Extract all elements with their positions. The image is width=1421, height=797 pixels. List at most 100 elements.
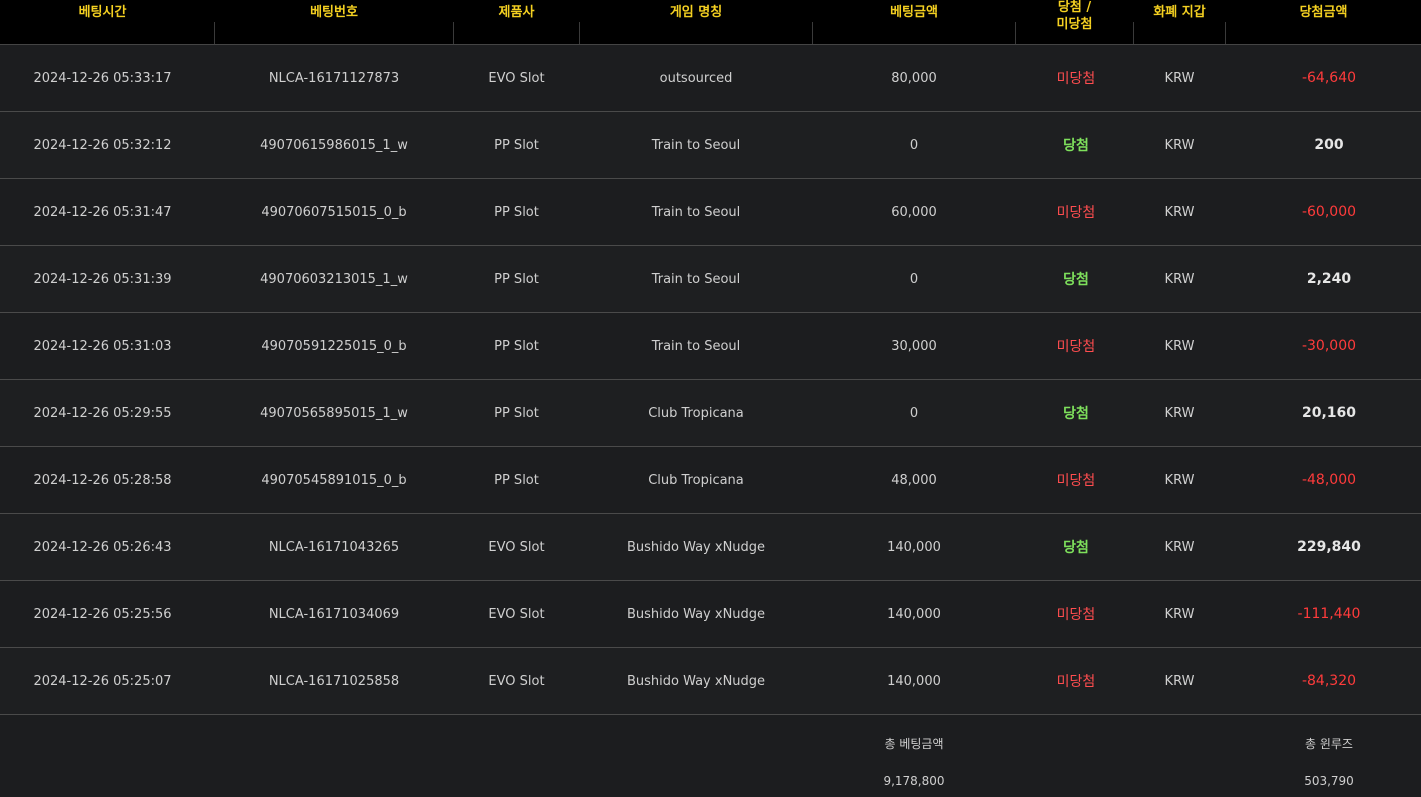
cell-win-amount: -84,320 <box>1301 673 1357 689</box>
cell-bet-amount: 0 <box>909 405 919 421</box>
cell-provider: PP Slot <box>494 271 539 287</box>
cell-currency: KRW <box>1164 70 1195 86</box>
cell-result: 미당첨 <box>1056 71 1096 87</box>
table-row[interactable]: 2024-12-26 05:25:07 NLCA-16171025858 EVO S… <box>0 648 1421 715</box>
cell-win-amount: 229,840 <box>1297 539 1361 555</box>
cell-result: 미당첨 <box>1056 674 1096 690</box>
cell-bet-amount: 140,000 <box>887 539 941 555</box>
cell-result: 미당첨 <box>1056 607 1096 623</box>
table-row[interactable]: 2024-12-26 05:33:17 NLCA-16171127873 EVO S… <box>0 45 1421 112</box>
cell-game-name: Train to Seoul <box>651 271 741 287</box>
cell-game-name: Train to Seoul <box>651 137 741 153</box>
table-row[interactable]: 2024-12-26 05:28:58 49070545891015_0_b PP … <box>0 447 1421 514</box>
table-row[interactable]: 2024-12-26 05:31:03 49070591225015_0_b PP … <box>0 313 1421 380</box>
total-bet-value: 9,178,800 <box>883 774 945 788</box>
cell-currency: KRW <box>1164 405 1195 421</box>
col-header-currency[interactable]: 화폐 지갑 <box>1134 0 1225 44</box>
cell-bet-amount: 30,000 <box>891 338 937 354</box>
cell-result: 당첨 <box>1063 272 1089 288</box>
cell-provider: PP Slot <box>494 472 539 488</box>
total-bet-label: 총 베팅금액 <box>884 737 944 751</box>
cell-win-amount: 200 <box>1314 137 1344 153</box>
cell-win-amount: 2,240 <box>1306 271 1352 287</box>
cell-currency: KRW <box>1164 472 1195 488</box>
cell-result: 미당첨 <box>1056 339 1096 355</box>
cell-bet-time: 2024-12-26 05:31:03 <box>33 338 172 354</box>
cell-provider: EVO Slot <box>488 673 545 689</box>
col-header-result-line2: 미당첨 <box>1056 17 1093 32</box>
cell-result: 당첨 <box>1063 540 1089 556</box>
cell-bet-id: 49070615986015_1_w <box>260 137 408 153</box>
table-footer-totals: 총 베팅금액 9,178,800 총 윈루즈 503,790 <box>0 715 1421 797</box>
cell-provider: EVO Slot <box>488 70 545 86</box>
cell-result: 당첨 <box>1063 138 1089 154</box>
cell-bet-id: 49070565895015_1_w <box>260 405 408 421</box>
cell-bet-amount: 0 <box>909 271 919 287</box>
cell-currency: KRW <box>1164 137 1195 153</box>
total-winloss-label: 총 윈루즈 <box>1305 737 1353 751</box>
table-row[interactable]: 2024-12-26 05:25:56 NLCA-16171034069 EVO S… <box>0 581 1421 648</box>
cell-bet-amount: 80,000 <box>891 70 937 86</box>
col-header-bet-time[interactable]: 베팅시간 <box>0 0 205 44</box>
col-header-result-line1: 당첨 / <box>1057 0 1092 15</box>
table-row[interactable]: 2024-12-26 05:26:43 NLCA-16171043265 EVO S… <box>0 514 1421 581</box>
cell-bet-id: 49070607515015_0_b <box>261 204 407 220</box>
col-header-result[interactable]: 당첨 / 미당첨 <box>1016 0 1133 38</box>
header-divider <box>1225 22 1226 44</box>
table-header: 베팅시간 베팅번호 제품사 게임 명칭 베팅금액 당첨 / 미당첨 화폐 지갑 … <box>0 0 1421 45</box>
col-header-provider[interactable]: 제품사 <box>454 0 579 44</box>
cell-bet-id: NLCA-16171025858 <box>268 673 400 689</box>
cell-currency: KRW <box>1164 673 1195 689</box>
col-header-bet-id[interactable]: 베팅번호 <box>215 0 453 44</box>
cell-bet-amount: 140,000 <box>887 606 941 622</box>
cell-result: 당첨 <box>1063 406 1089 422</box>
cell-bet-time: 2024-12-26 05:29:55 <box>33 405 172 421</box>
cell-bet-amount: 140,000 <box>887 673 941 689</box>
cell-result: 미당첨 <box>1056 205 1096 221</box>
cell-bet-time: 2024-12-26 05:31:47 <box>33 204 172 220</box>
cell-bet-amount: 0 <box>909 137 919 153</box>
col-header-win-amount[interactable]: 당첨금액 <box>1226 0 1421 44</box>
cell-game-name: Train to Seoul <box>651 338 741 354</box>
cell-game-name: Bushido Way xNudge <box>626 606 766 622</box>
header-divider <box>214 22 215 44</box>
cell-game-name: Club Tropicana <box>648 405 744 421</box>
cell-currency: KRW <box>1164 539 1195 555</box>
cell-bet-time: 2024-12-26 05:28:58 <box>33 472 172 488</box>
cell-provider: PP Slot <box>494 137 539 153</box>
cell-bet-id: 49070603213015_1_w <box>260 271 408 287</box>
header-divider <box>812 22 813 44</box>
header-divider <box>1133 22 1134 44</box>
cell-currency: KRW <box>1164 338 1195 354</box>
cell-bet-id: NLCA-16171034069 <box>268 606 400 622</box>
cell-game-name: Bushido Way xNudge <box>626 539 766 555</box>
cell-currency: KRW <box>1164 204 1195 220</box>
cell-result: 미당첨 <box>1056 473 1096 489</box>
cell-currency: KRW <box>1164 606 1195 622</box>
cell-win-amount: -111,440 <box>1297 606 1361 622</box>
table-row[interactable]: 2024-12-26 05:31:39 49070603213015_1_w PP … <box>0 246 1421 313</box>
table-row[interactable]: 2024-12-26 05:29:55 49070565895015_1_w PP … <box>0 380 1421 447</box>
cell-bet-time: 2024-12-26 05:32:12 <box>33 137 172 153</box>
header-divider <box>579 22 580 44</box>
cell-bet-time: 2024-12-26 05:31:39 <box>33 271 172 287</box>
table-row[interactable]: 2024-12-26 05:31:47 49070607515015_0_b PP … <box>0 179 1421 246</box>
table-row[interactable]: 2024-12-26 05:32:12 49070615986015_1_w PP … <box>0 112 1421 179</box>
cell-win-amount: -48,000 <box>1301 472 1357 488</box>
cell-game-name: Bushido Way xNudge <box>626 673 766 689</box>
cell-game-name: outsourced <box>659 70 733 86</box>
cell-bet-amount: 60,000 <box>891 204 937 220</box>
col-header-game-name[interactable]: 게임 명칭 <box>580 0 812 44</box>
cell-provider: EVO Slot <box>488 606 545 622</box>
col-header-bet-amount[interactable]: 베팅금액 <box>813 0 1015 44</box>
cell-game-name: Train to Seoul <box>651 204 741 220</box>
total-winloss-value: 503,790 <box>1304 774 1354 788</box>
cell-bet-time: 2024-12-26 05:26:43 <box>33 539 172 555</box>
header-divider <box>453 22 454 44</box>
cell-provider: PP Slot <box>494 204 539 220</box>
cell-provider: PP Slot <box>494 405 539 421</box>
cell-game-name: Club Tropicana <box>648 472 744 488</box>
cell-bet-id: 49070591225015_0_b <box>261 338 407 354</box>
table-body: 2024-12-26 05:33:17 NLCA-16171127873 EVO S… <box>0 45 1421 715</box>
cell-win-amount: 20,160 <box>1301 405 1357 421</box>
